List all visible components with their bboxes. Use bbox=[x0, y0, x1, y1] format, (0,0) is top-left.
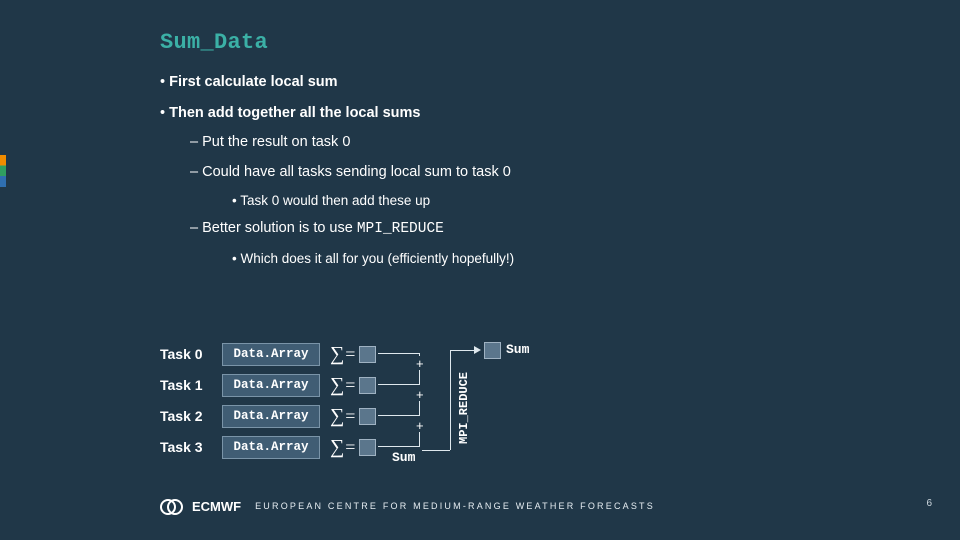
task-label: Task 2 bbox=[160, 408, 222, 424]
sigma-icon: ∑ bbox=[330, 436, 344, 459]
task-row-3: Task 3 Data.Array ∑= bbox=[160, 433, 376, 461]
data-array-pill: Data.Array bbox=[222, 374, 320, 397]
bullet-list: First calculate local sum Then add toget… bbox=[160, 71, 920, 269]
local-sum-box bbox=[359, 408, 376, 425]
task-label: Task 1 bbox=[160, 377, 222, 393]
connector-line bbox=[419, 401, 420, 415]
local-sum-box bbox=[359, 439, 376, 456]
task-row-2: Task 2 Data.Array ∑= bbox=[160, 402, 376, 430]
arrow-right-icon bbox=[474, 346, 481, 354]
final-sum-label: Sum bbox=[506, 342, 529, 357]
data-array-pill: Data.Array bbox=[222, 405, 320, 428]
connector-line bbox=[378, 353, 420, 354]
task-row-0: Task 0 Data.Array ∑= bbox=[160, 340, 376, 368]
slide-title: Sum_Data bbox=[160, 30, 920, 55]
bullet-1: First calculate local sum bbox=[160, 71, 920, 94]
subsubbullet-2: Which does it all for you (efficiently h… bbox=[232, 248, 920, 270]
local-sum-box bbox=[359, 377, 376, 394]
plus-icon: + bbox=[416, 418, 424, 433]
subbullet-3-code: MPI_REDUCE bbox=[357, 221, 444, 237]
data-array-pill: Data.Array bbox=[222, 343, 320, 366]
task-label: Task 0 bbox=[160, 346, 222, 362]
subbullet-3-text: Better solution is to use bbox=[202, 220, 357, 236]
sigma-icon: ∑ bbox=[330, 405, 344, 428]
connector-line bbox=[378, 446, 420, 447]
sigma-icon: ∑ bbox=[330, 343, 344, 366]
subsubbullet-1: Task 0 would then add these up bbox=[232, 190, 920, 212]
mpi-reduce-label: MPI_REDUCE bbox=[457, 372, 471, 444]
local-sum-box bbox=[359, 346, 376, 363]
plus-icon: + bbox=[416, 356, 424, 371]
connector-line bbox=[419, 370, 420, 384]
equals-icon: = bbox=[345, 406, 355, 427]
subbullet-1: Put the result on task 0 bbox=[190, 131, 920, 154]
connector-line bbox=[378, 384, 420, 385]
task-label: Task 3 bbox=[160, 439, 222, 455]
task-row-1: Task 1 Data.Array ∑= bbox=[160, 371, 376, 399]
title-text: Sum_Data bbox=[160, 30, 268, 55]
mpi-line bbox=[450, 350, 476, 351]
diagram: Task 0 Data.Array ∑= Task 1 Data.Array ∑… bbox=[160, 340, 376, 464]
mpi-line bbox=[450, 350, 451, 450]
plus-icon: + bbox=[416, 387, 424, 402]
mpi-line bbox=[422, 450, 450, 451]
final-sum-box bbox=[484, 342, 501, 359]
accent-bar bbox=[0, 155, 6, 187]
connector-line bbox=[378, 415, 420, 416]
equals-icon: = bbox=[345, 437, 355, 458]
page-number: 6 bbox=[926, 498, 932, 509]
subbullet-3: Better solution is to use MPI_REDUCE bbox=[190, 217, 920, 241]
slide-body: Sum_Data First calculate local sum Then … bbox=[160, 30, 920, 510]
bullet-2: Then add together all the local sums bbox=[160, 102, 920, 125]
subbullet-2: Could have all tasks sending local sum t… bbox=[190, 161, 920, 184]
footer-tagline: EUROPEAN CENTRE FOR MEDIUM-RANGE WEATHER… bbox=[255, 501, 655, 511]
equals-icon: = bbox=[345, 344, 355, 365]
ecmwf-logo-icon bbox=[160, 498, 184, 514]
footer: ECMWF EUROPEAN CENTRE FOR MEDIUM-RANGE W… bbox=[160, 498, 655, 514]
connector-line bbox=[419, 353, 420, 356]
footer-org: ECMWF bbox=[192, 499, 241, 514]
sigma-icon: ∑ bbox=[330, 374, 344, 397]
data-array-pill: Data.Array bbox=[222, 436, 320, 459]
sum-result-label: Sum bbox=[392, 450, 415, 465]
connector-line bbox=[419, 432, 420, 446]
equals-icon: = bbox=[345, 375, 355, 396]
